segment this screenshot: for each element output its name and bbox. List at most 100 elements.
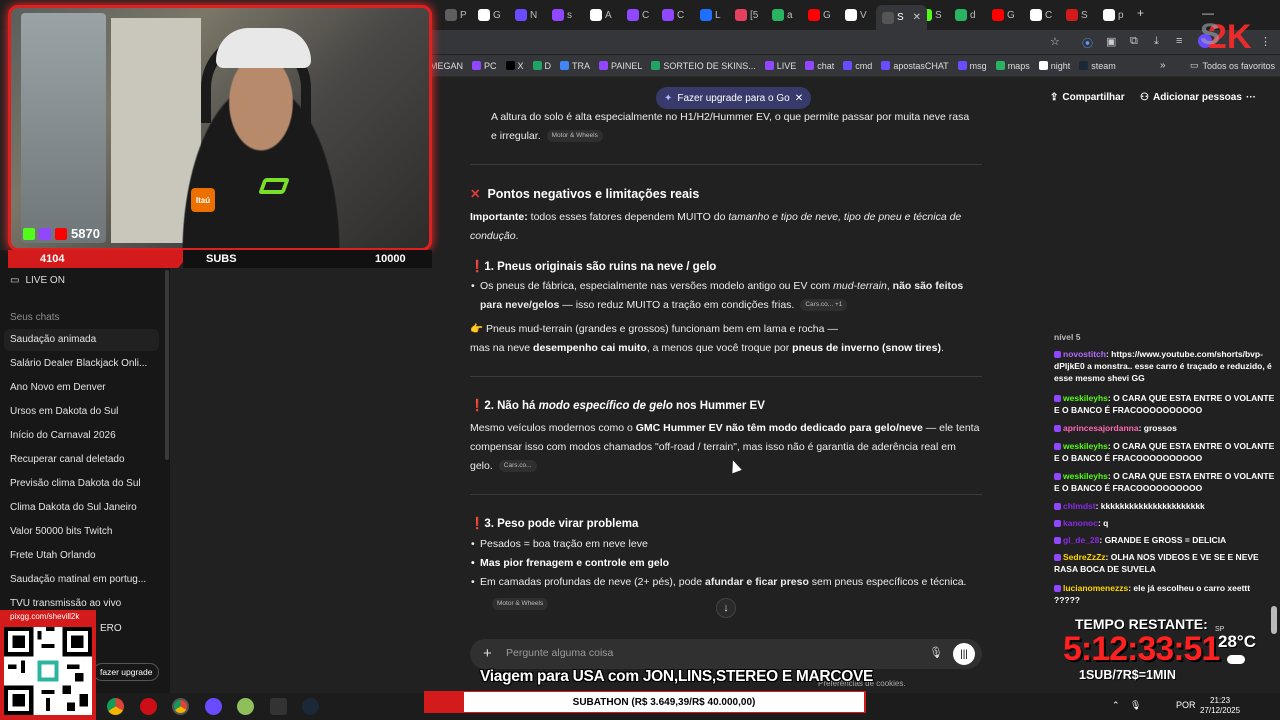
browser-tab[interactable]: C (662, 5, 684, 25)
close-tab-icon[interactable]: ✕ (913, 12, 921, 23)
live-on-item[interactable]: ▭ LIVE ON (10, 275, 65, 286)
youtube-icon (55, 227, 67, 240)
bookmark-label: TRA (572, 60, 591, 71)
chrome-active-icon[interactable] (172, 698, 189, 715)
close-icon[interactable]: ✕ (795, 93, 803, 104)
bookmark-item[interactable]: X (505, 61, 524, 71)
browser-tab[interactable]: S (1066, 5, 1088, 25)
sidebar-chat-item[interactable]: Frete Utah Orlando (10, 550, 96, 561)
extensions-puzzle-icon[interactable]: ⧉ (1130, 35, 1138, 48)
chat-username[interactable]: weskileyhs (1063, 441, 1108, 451)
browser-tab[interactable]: P (445, 5, 467, 25)
chat-username[interactable]: weskileyhs (1063, 393, 1108, 403)
sidebar-chat-item[interactable]: Saudação animada (10, 334, 96, 345)
bookmark-item[interactable]: PAINEL (599, 61, 642, 71)
microphone-icon[interactable]: 🎙 (929, 646, 943, 659)
bookmark-item[interactable]: cmd (843, 61, 872, 71)
browser-tab[interactable]: G (992, 5, 1015, 25)
source-chip[interactable]: Motor & Wheels (492, 597, 549, 610)
extension-icon[interactable]: ⦿ (1082, 35, 1093, 51)
bookmarks-more-button[interactable]: » (1160, 60, 1166, 71)
browser-tab[interactable]: G (478, 5, 501, 25)
chat-username[interactable]: aprincesajordanna (1063, 423, 1139, 433)
bookmark-item[interactable]: MEGAN (430, 61, 463, 71)
add-people-button[interactable]: ⚇ Adicionar pessoas (1140, 92, 1242, 103)
app-icon[interactable] (205, 698, 222, 715)
download-icon[interactable]: ⤓ (1154, 35, 1159, 48)
chat-username[interactable]: gl_de_28 (1063, 535, 1099, 545)
tab-active[interactable]: S ✕ (876, 5, 928, 30)
bookmark-item[interactable]: msg (957, 61, 987, 71)
chat-username[interactable]: lucianomenezzs (1063, 583, 1128, 593)
steam-icon[interactable] (302, 698, 319, 715)
bookmark-item[interactable]: apostasCHAT (881, 61, 949, 71)
sidebar-chat-item[interactable]: Valor 50000 bits Twitch (10, 526, 112, 537)
plus-icon[interactable]: + (483, 645, 492, 662)
sidebar-chat-item[interactable]: Salário Dealer Blackjack Onli... (10, 358, 147, 369)
bookmark-item[interactable]: PC (472, 61, 497, 71)
browser-tab[interactable]: [5 (735, 5, 758, 25)
composer-placeholder[interactable]: Pergunte alguma coisa (506, 647, 613, 659)
app-icon[interactable] (237, 698, 254, 715)
bookmark-item[interactable]: D (532, 61, 551, 71)
star-bookmark-icon[interactable]: ☆ (1050, 35, 1060, 48)
browser-tab[interactable]: C (627, 5, 649, 25)
bookmark-item[interactable]: steam (1079, 61, 1116, 71)
opera-icon[interactable] (140, 698, 157, 715)
menu-icon[interactable]: ≡ (1176, 35, 1182, 47)
upgrade-pill[interactable]: ✦ Fazer upgrade para o Go ✕ (656, 87, 812, 109)
sidebar-scrollbar[interactable] (165, 270, 169, 460)
browser-tab[interactable]: d (955, 5, 976, 25)
upgrade-button[interactable]: fazer upgrade (93, 663, 160, 681)
tray-language[interactable]: POR (1176, 700, 1196, 710)
chat-username[interactable]: chlmdst (1063, 501, 1096, 511)
bookmark-item[interactable]: TRA (560, 61, 590, 71)
browser-tab[interactable]: G (808, 5, 831, 25)
sidebar-chat-item[interactable]: Ano Novo em Denver (10, 382, 106, 393)
browser-tab[interactable]: a (772, 5, 793, 25)
composer[interactable]: + Pergunte alguma coisa 🎙 ||| (470, 639, 982, 669)
browser-tab[interactable]: N (515, 5, 537, 25)
address-bar[interactable]: ☆ ⦿ ▣ ⧉ ⤓ ≡ ⋮ (430, 30, 1280, 54)
chat-username[interactable]: weskileyhs (1063, 471, 1108, 481)
source-chip[interactable]: Cars.co... (498, 460, 537, 473)
browser-tab[interactable]: C (1030, 5, 1052, 25)
chat-username[interactable]: SedreZzZz (1063, 552, 1106, 562)
voice-mode-icon[interactable]: ||| (953, 643, 975, 665)
browser-tab[interactable]: A (590, 5, 612, 25)
share-button[interactable]: ⇪ Compartilhar (1050, 92, 1125, 103)
sidebar-chat-item[interactable]: Ursos em Dakota do Sul (10, 406, 118, 417)
sidebar-chat-item[interactable]: Clima Dakota do Sul Janeiro (10, 502, 137, 513)
sidebar-chat-item[interactable]: Recuperar canal deletado (10, 454, 125, 465)
bookmark-item[interactable]: maps (995, 61, 1030, 71)
browser-tab[interactable]: p (1103, 5, 1124, 25)
extension-icon[interactable]: ▣ (1106, 35, 1116, 48)
browser-tab[interactable]: L (700, 5, 721, 25)
more-options-button[interactable]: ··· (1246, 92, 1256, 103)
source-chip[interactable]: Cars.co... +1 (800, 299, 848, 312)
bookmark-item[interactable]: SORTEIO DE SKINS... (651, 61, 756, 71)
sidebar-chat-item[interactable]: Início do Carnaval 2026 (10, 430, 116, 441)
sidebar-chat-item[interactable]: Saudação matinal em portug... (10, 574, 146, 585)
browser-tab[interactable]: V (845, 5, 867, 25)
all-favorites-button[interactable]: ▭ Todos os favoritos (1190, 60, 1275, 71)
bookmark-item[interactable]: chat (805, 61, 834, 71)
bookmark-label: LIVE (776, 60, 797, 71)
bookmark-item[interactable]: LIVE (764, 60, 797, 71)
sidebar-item-partial[interactable]: ERO (100, 623, 122, 634)
tray-chevron-icon[interactable]: ⌃ (1112, 700, 1120, 711)
browser-menu-icon[interactable]: ⋮ (1260, 35, 1271, 48)
new-tab-button[interactable]: + (1137, 6, 1144, 20)
chrome-icon[interactable] (107, 698, 124, 715)
taskbar-clock[interactable]: 21:23 27/12/2025 (1200, 696, 1240, 716)
sidebar-chat-item[interactable]: TVU transmissão ao vivo (10, 598, 121, 609)
browser-tab[interactable]: s (552, 5, 572, 25)
tray-mic-icon[interactable]: 🎙 (1130, 700, 1141, 711)
source-chip[interactable]: Motor & Wheels (546, 130, 603, 143)
scroll-down-button[interactable]: ↓ (716, 598, 736, 618)
bookmark-item[interactable]: night (1038, 61, 1070, 71)
app-icon[interactable] (270, 698, 287, 715)
sidebar-chat-item[interactable]: Previsão clima Dakota do Sul (10, 478, 141, 489)
chat-username[interactable]: kanonoc (1063, 518, 1098, 528)
chat-username[interactable]: novostitch (1063, 349, 1106, 359)
